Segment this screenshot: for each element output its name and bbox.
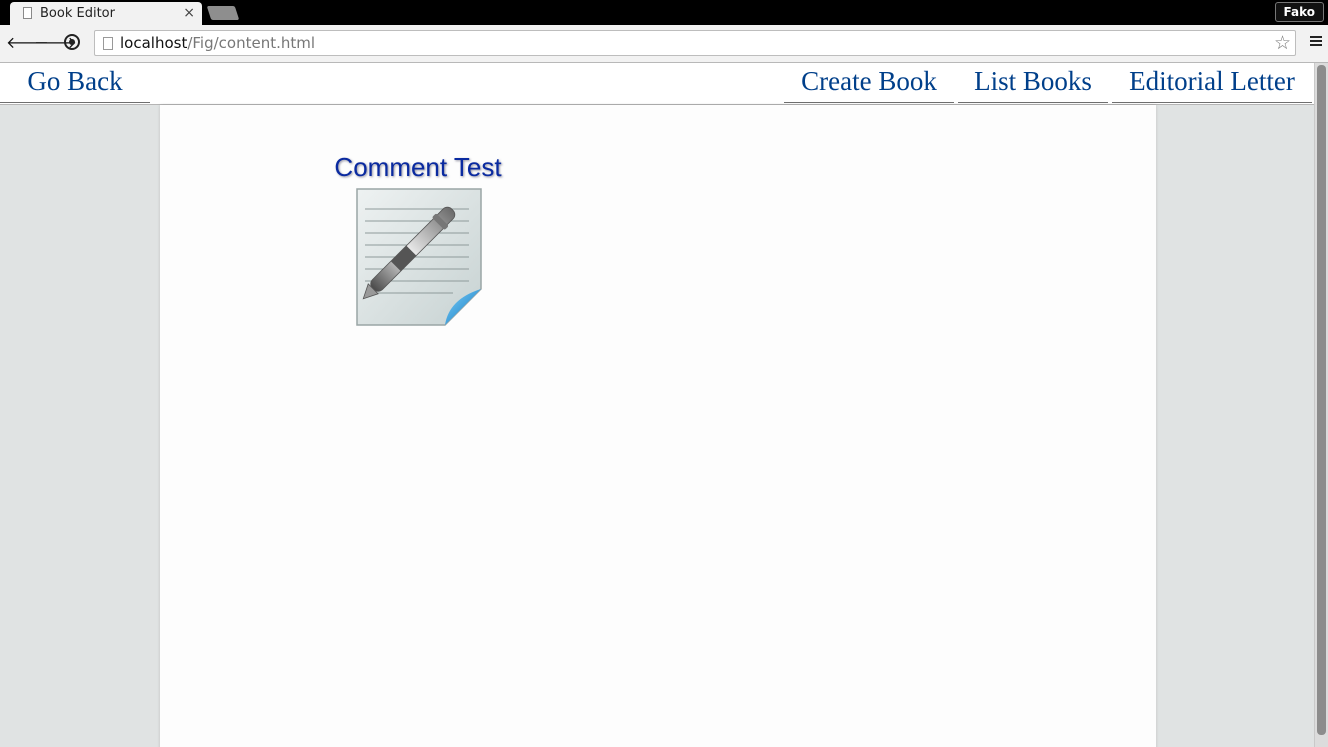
book-item[interactable]: Comment Test bbox=[325, 151, 511, 329]
page-icon bbox=[23, 7, 32, 19]
notepad-pen-icon[interactable] bbox=[353, 187, 485, 329]
new-tab-button[interactable] bbox=[206, 6, 240, 20]
browser-tab-strip: Book Editor × Fako bbox=[0, 0, 1328, 25]
menu-icon[interactable] bbox=[1310, 36, 1322, 47]
editorial-letter-link[interactable]: Editorial Letter bbox=[1112, 63, 1312, 103]
book-title[interactable]: Comment Test bbox=[325, 151, 511, 183]
top-navigation: Go Back Create Book List Books Editorial… bbox=[0, 63, 1314, 105]
url-path: /Fig/content.html bbox=[187, 34, 316, 52]
content-panel: Comment Test bbox=[160, 105, 1156, 747]
globe-icon[interactable] bbox=[64, 34, 80, 50]
forward-arrow-icon[interactable]: 🡒 bbox=[34, 33, 77, 53]
close-icon[interactable]: × bbox=[183, 5, 195, 21]
tab-title: Book Editor bbox=[40, 6, 115, 21]
create-book-link[interactable]: Create Book bbox=[784, 63, 954, 103]
browser-toolbar: 🡐 🡒 localhost/Fig/content.html ☆ bbox=[0, 25, 1328, 63]
star-icon[interactable]: ☆ bbox=[1274, 32, 1291, 54]
page-viewport: Go Back Create Book List Books Editorial… bbox=[0, 63, 1314, 747]
url-text[interactable]: localhost/Fig/content.html bbox=[120, 34, 315, 52]
page-icon bbox=[103, 37, 113, 50]
page-scrollbar[interactable] bbox=[1314, 63, 1328, 747]
browser-tab[interactable]: Book Editor × bbox=[10, 2, 202, 25]
go-back-link[interactable]: Go Back bbox=[0, 63, 150, 103]
back-arrow-icon[interactable]: 🡐 bbox=[6, 33, 49, 53]
scrollbar-thumb[interactable] bbox=[1317, 65, 1326, 735]
profile-button[interactable]: Fako bbox=[1274, 2, 1324, 22]
url-host: localhost bbox=[120, 34, 188, 52]
list-books-link[interactable]: List Books bbox=[958, 63, 1108, 103]
address-bar[interactable]: localhost/Fig/content.html ☆ bbox=[94, 30, 1296, 56]
